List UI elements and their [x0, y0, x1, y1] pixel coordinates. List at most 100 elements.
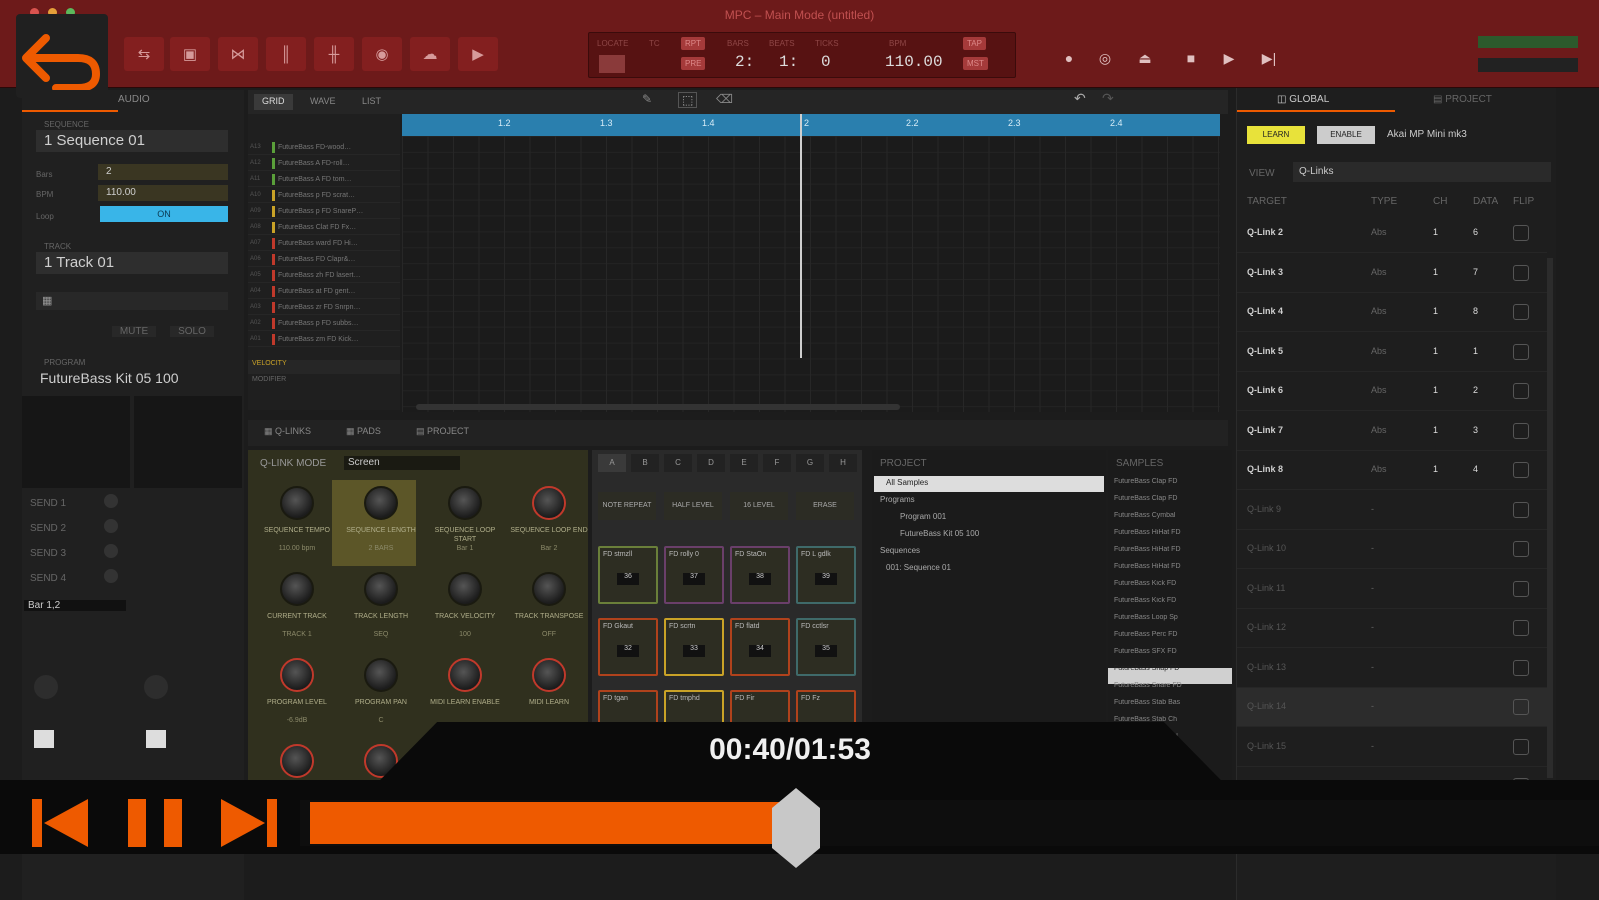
qlink-mapping-row[interactable]: Q-Link 4 Abs 1 8: [1237, 293, 1547, 332]
pad-bank-c[interactable]: C: [664, 454, 692, 472]
master-fader[interactable]: [1478, 58, 1578, 72]
qlink-type-select[interactable]: Abs: [1371, 346, 1387, 356]
track-row[interactable]: A03 FutureBass zr FD Snrpn…: [248, 300, 400, 315]
qlink-type-select[interactable]: Abs: [1371, 306, 1387, 316]
play-button[interactable]: ▶: [1214, 44, 1244, 72]
qlink-mapping-row[interactable]: Q-Link 5 Abs 1 1: [1237, 333, 1547, 372]
redo-icon[interactable]: ↷: [1102, 90, 1114, 107]
qlink-type-select[interactable]: Abs: [1371, 425, 1387, 435]
qlink-data[interactable]: 3: [1473, 425, 1478, 435]
qlink-data[interactable]: 2: [1473, 385, 1478, 395]
pad[interactable]: FD rolly 0 37: [664, 546, 724, 604]
qlink-flip-checkbox[interactable]: [1513, 304, 1529, 320]
qlink-channel[interactable]: 1: [1433, 267, 1438, 277]
track-row[interactable]: A10 FutureBass p FD scrat…: [248, 188, 400, 203]
sample-item[interactable]: FutureBass Cymbal: [1114, 512, 1230, 519]
project-item[interactable]: Sequences: [880, 546, 920, 555]
sample-item[interactable]: FutureBass Clap FD: [1114, 478, 1230, 485]
qlink-knob[interactable]: [448, 658, 482, 692]
send-1-knob[interactable]: [104, 494, 118, 508]
undo-icon[interactable]: ↶: [1074, 90, 1086, 107]
qlink-mapping-row[interactable]: Q-Link 2 Abs 1 6: [1237, 214, 1547, 253]
track-row[interactable]: A07 FutureBass ward FD Hi…: [248, 236, 400, 251]
sample-item[interactable]: FutureBass Snare FD: [1114, 682, 1230, 689]
pad-bank-f[interactable]: F: [763, 454, 791, 472]
qlink-type-select[interactable]: Abs: [1371, 227, 1387, 237]
qlink-flip-checkbox[interactable]: [1513, 620, 1529, 636]
previous-button[interactable]: [26, 790, 94, 856]
qlink-type-select[interactable]: -: [1371, 741, 1374, 751]
pad-bank-a[interactable]: A: [598, 454, 626, 472]
qlink-mapping-row[interactable]: Q-Link 3 Abs 1 7: [1237, 254, 1547, 293]
sample-item[interactable]: FutureBass Kick FD: [1114, 580, 1230, 587]
qlink-channel[interactable]: 1: [1433, 306, 1438, 316]
qlink-channel[interactable]: 1: [1433, 227, 1438, 237]
ticks-value[interactable]: 0: [821, 53, 831, 71]
qlink-knob[interactable]: [532, 572, 566, 606]
bpm-field[interactable]: 110.00: [98, 185, 228, 201]
qlink-flip-checkbox[interactable]: [1513, 580, 1529, 597]
grid-icon[interactable]: ▦: [42, 294, 52, 307]
qlink-knob[interactable]: [280, 744, 314, 778]
track-row[interactable]: A05 FutureBass zh FD lasert…: [248, 268, 400, 283]
project-item[interactable]: Programs: [880, 495, 915, 504]
qlink-type-select[interactable]: -: [1371, 504, 1374, 514]
sample-item[interactable]: FutureBass Loop Sp: [1114, 614, 1230, 621]
qlink-data[interactable]: 8: [1473, 306, 1478, 316]
qlink-data[interactable]: 6: [1473, 227, 1478, 237]
qlink-data[interactable]: 7: [1473, 267, 1478, 277]
stop-button[interactable]: ■: [1176, 44, 1206, 72]
tab-pads[interactable]: ▦ PADS: [346, 426, 381, 437]
track-row[interactable]: A02 FutureBass p FD subbs…: [248, 316, 400, 331]
pad-mode-button[interactable]: ERASE: [796, 492, 854, 520]
track-row[interactable]: A09 FutureBass p FD SnareP…: [248, 204, 400, 219]
vertical-scrollbar[interactable]: [1547, 258, 1553, 778]
qlink-mapping-row[interactable]: Q-Link 8 Abs 1 4: [1237, 451, 1547, 490]
timeline-ruler[interactable]: 1.2 1.3 1.4 2 2.2 2.3 2.4: [402, 114, 1220, 136]
project-item[interactable]: All Samples: [886, 478, 928, 487]
qlink-flip-checkbox[interactable]: [1513, 343, 1529, 360]
track-row[interactable]: A12 FutureBass A FD-roll…: [248, 156, 400, 171]
qlink-mapping-row[interactable]: Q-Link 14 -: [1237, 688, 1547, 727]
pad-mode-button[interactable]: HALF LEVEL: [664, 492, 722, 520]
bpm-value[interactable]: 110.00: [885, 53, 943, 71]
qlink-flip-checkbox[interactable]: [1513, 225, 1529, 241]
qlink-flip-checkbox[interactable]: [1513, 264, 1529, 281]
pencil-icon[interactable]: ✎: [642, 92, 652, 106]
midi-device-select[interactable]: Akai MP Mini mk3: [1387, 126, 1513, 144]
qlink-flip-checkbox[interactable]: [1513, 699, 1529, 715]
qlink-channel[interactable]: 1: [1433, 385, 1438, 395]
tab-global[interactable]: ◫ GLOBAL: [1277, 94, 1329, 105]
qlink-knob[interactable]: [280, 658, 314, 692]
overdub-button[interactable]: ◎: [1090, 44, 1120, 72]
sample-item[interactable]: FutureBass Stab Bas: [1114, 699, 1230, 706]
qlink-knob[interactable]: [280, 572, 314, 606]
tab-wave[interactable]: WAVE: [302, 94, 344, 110]
sample-item[interactable]: FutureBass Snap FD: [1114, 665, 1230, 672]
qlink-flip-checkbox[interactable]: [1513, 501, 1529, 518]
note-grid[interactable]: [402, 136, 1220, 412]
project-item[interactable]: 001: Sequence 01: [886, 563, 951, 572]
qlink-mapping-row[interactable]: Q-Link 7 Abs 1 3: [1237, 412, 1547, 451]
select-icon[interactable]: ⬚: [678, 92, 698, 108]
program-view-button[interactable]: ⋈: [218, 37, 258, 71]
qlink-channel[interactable]: 1: [1433, 464, 1438, 474]
track-row[interactable]: A04 FutureBass at FD gent…: [248, 284, 400, 299]
qlink-data[interactable]: 4: [1473, 464, 1478, 474]
playhead[interactable]: [800, 114, 802, 358]
tab-project-right[interactable]: ▤ PROJECT: [1433, 94, 1492, 105]
qlink-knob[interactable]: [280, 486, 314, 520]
bar-select[interactable]: Bar 1,2: [24, 600, 126, 611]
sample-item[interactable]: FutureBass HiHat FD: [1114, 529, 1230, 536]
pad-mode-button[interactable]: NOTE REPEAT: [598, 492, 656, 520]
track-row[interactable]: A11 FutureBass A FD tom…: [248, 172, 400, 187]
send-2-knob[interactable]: [104, 519, 118, 533]
qlink-type-select[interactable]: Abs: [1371, 385, 1387, 395]
loop-toggle[interactable]: ON: [100, 206, 228, 222]
solo-button[interactable]: SOLO: [170, 326, 214, 337]
qlink-knob[interactable]: [532, 658, 566, 692]
sample-item[interactable]: FutureBass HiHat FD: [1114, 546, 1230, 553]
qlink-type-select[interactable]: -: [1371, 543, 1374, 553]
sequence-select[interactable]: 1 Sequence 01: [36, 130, 228, 152]
locate-slider[interactable]: [599, 55, 625, 73]
